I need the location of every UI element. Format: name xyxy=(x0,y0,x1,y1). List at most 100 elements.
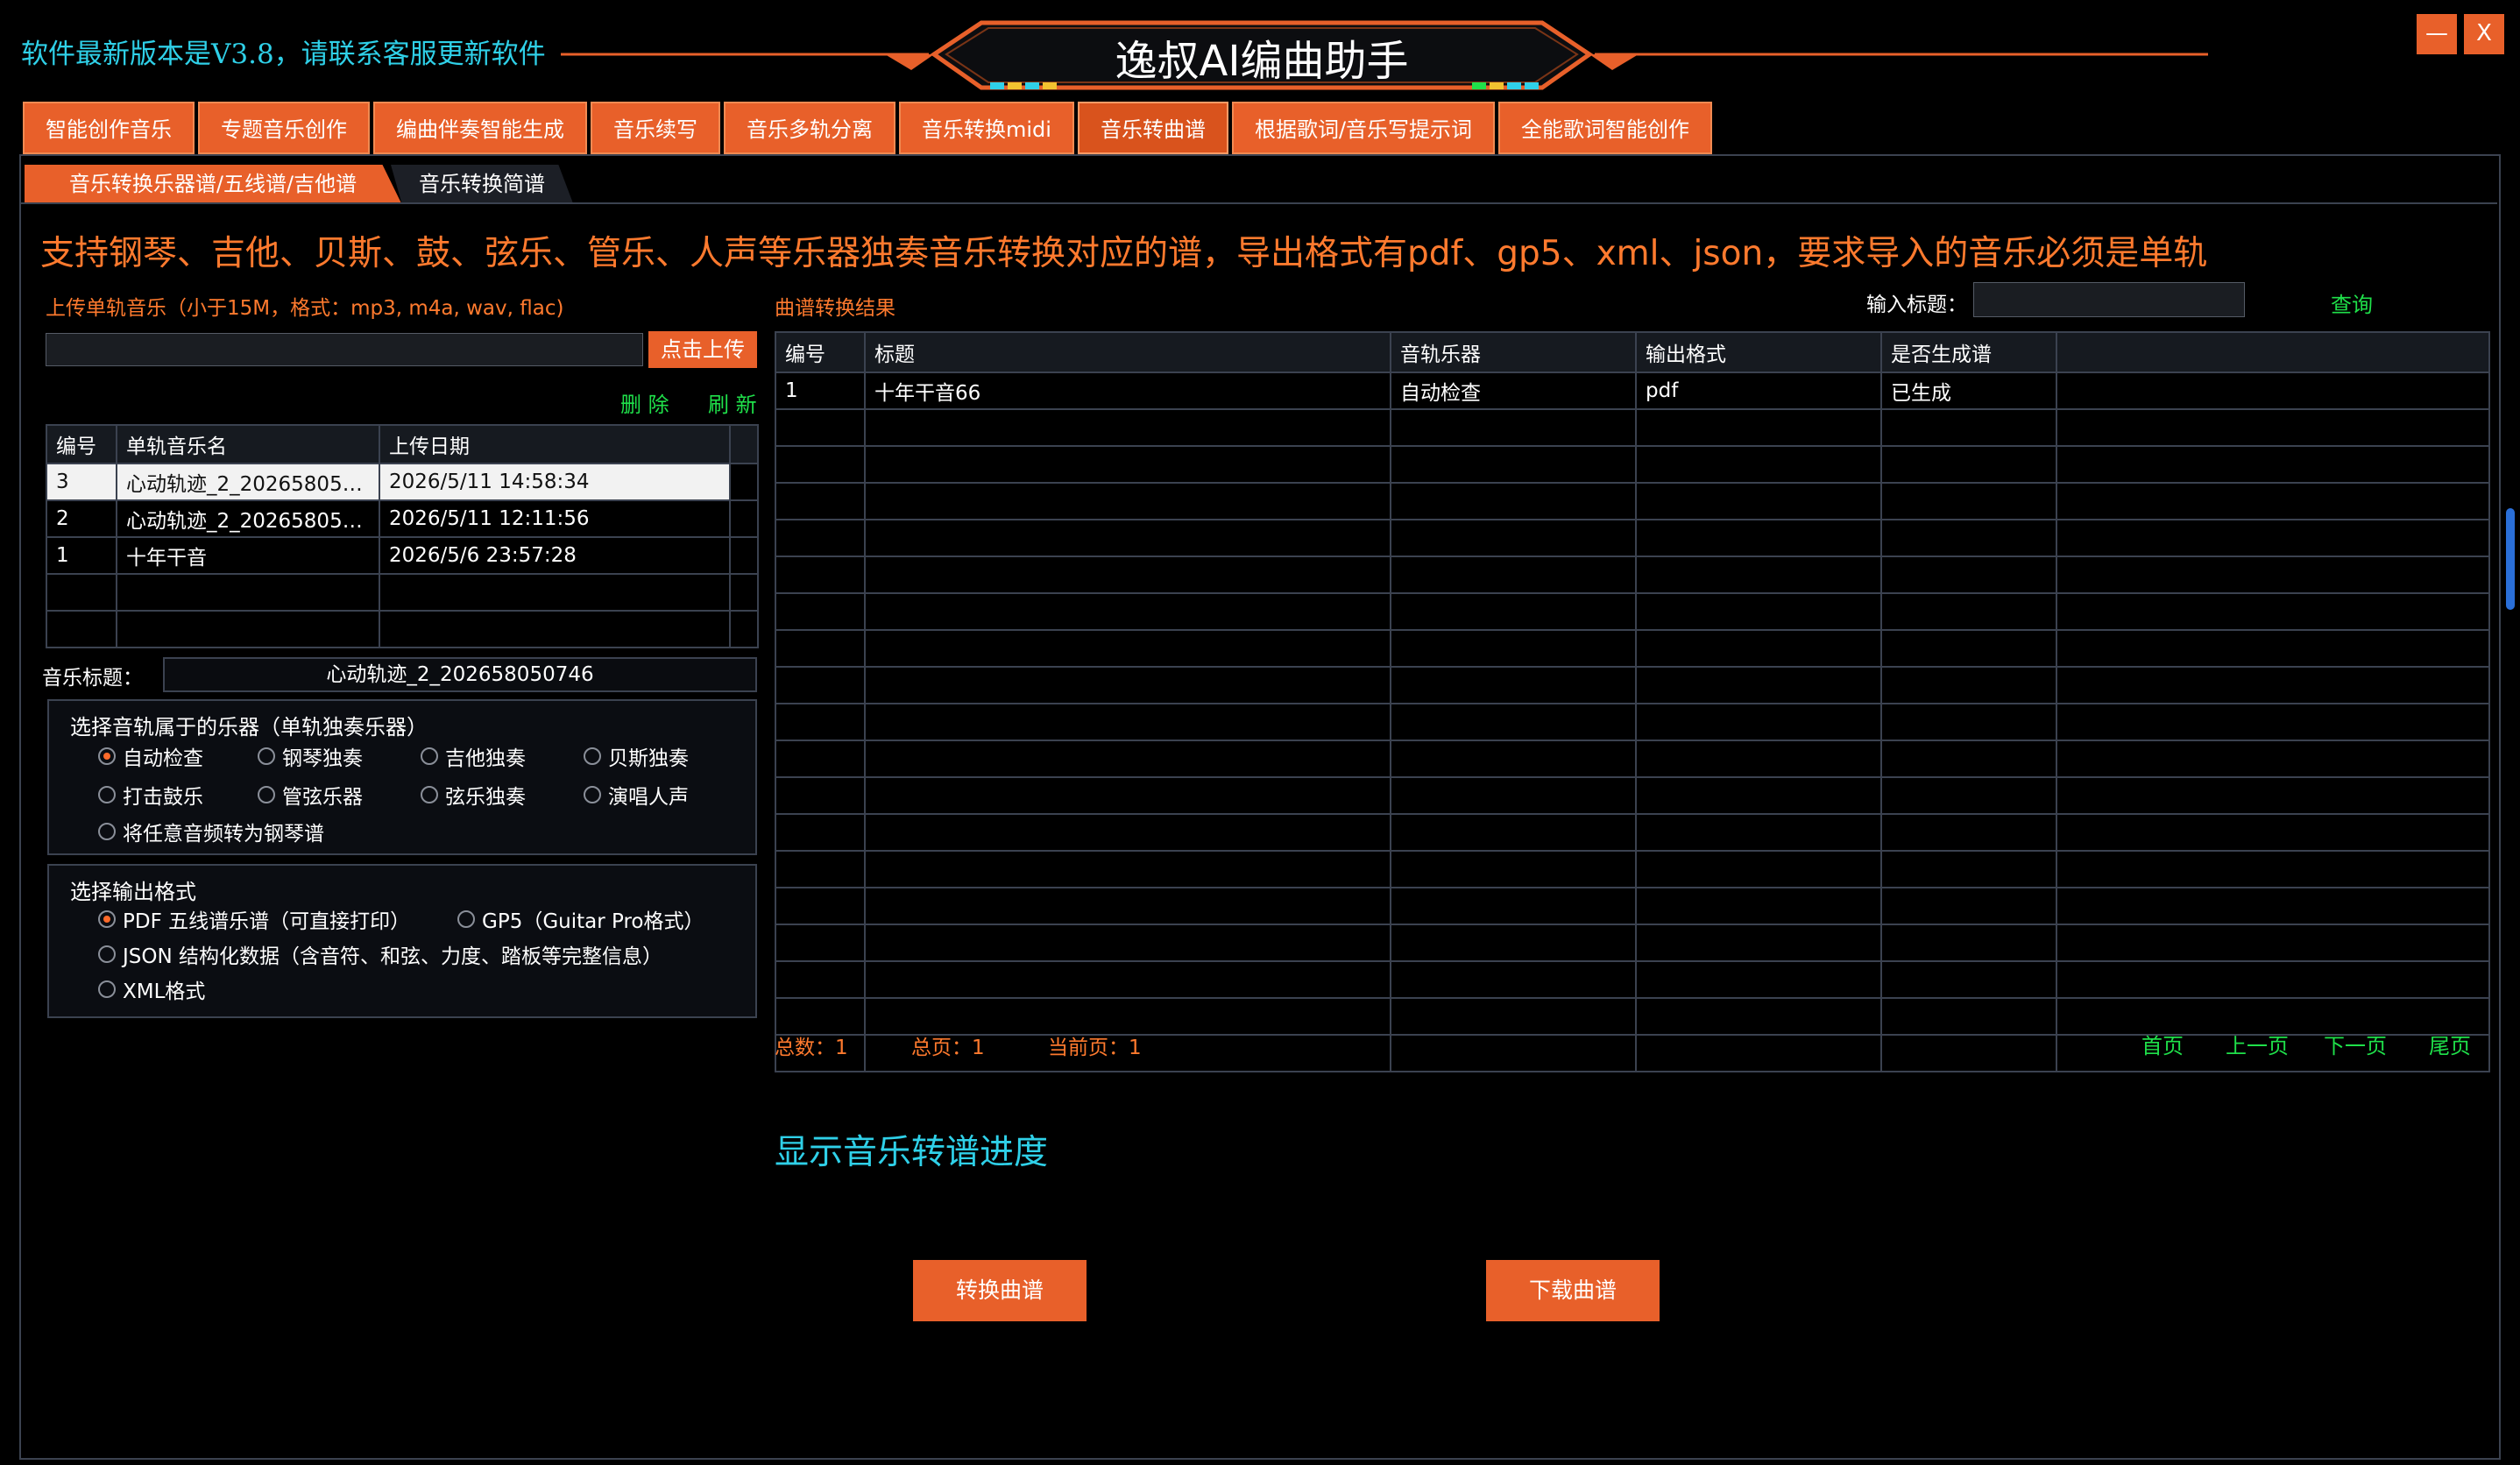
table-row xyxy=(775,703,2490,741)
instrument-group-title: 选择音轨属于的乐器（单轨独奏乐器） xyxy=(70,715,428,740)
radio-icon xyxy=(421,747,438,765)
table-row xyxy=(775,408,2490,447)
upload-table: 编号 单轨音乐名 上传日期 3 心动轨迹_2_202658050... 2026… xyxy=(46,424,759,648)
upload-path-input[interactable] xyxy=(46,333,643,366)
radio-icon xyxy=(98,945,116,963)
radio-icon xyxy=(98,823,116,840)
table-row[interactable]: 3 心动轨迹_2_202658050... 2026/5/11 14:58:34 xyxy=(46,463,759,501)
radio-percussion[interactable]: 打击鼓乐 xyxy=(98,780,203,810)
radio-selected-icon xyxy=(98,747,116,765)
col-header-id: 编号 xyxy=(775,331,866,373)
main-tab-bar: 智能创作音乐 专题音乐创作 编曲伴奏智能生成 音乐续写 音乐多轨分离 音乐转换m… xyxy=(23,102,1713,154)
table-row xyxy=(46,610,759,648)
table-row xyxy=(775,887,2490,925)
radio-selected-icon xyxy=(98,910,116,928)
table-row xyxy=(775,445,2490,484)
music-title-field[interactable]: 心动轨迹_2_202658050746 xyxy=(163,657,757,692)
download-score-button[interactable]: 下载曲谱 xyxy=(1486,1260,1660,1321)
search-button[interactable]: 查询 xyxy=(2331,287,2373,318)
subtab-divider xyxy=(21,202,2497,204)
delete-link[interactable]: 删 除 xyxy=(620,387,669,418)
convert-score-button[interactable]: 转换曲谱 xyxy=(913,1260,1087,1321)
refresh-link[interactable]: 刷 新 xyxy=(708,387,757,418)
radio-piano-solo[interactable]: 钢琴独奏 xyxy=(258,741,363,771)
radio-icon xyxy=(98,980,116,998)
col-header-generated: 是否生成谱 xyxy=(1880,331,2057,373)
table-row xyxy=(775,482,2490,520)
tab-arrangement[interactable]: 编曲伴奏智能生成 xyxy=(373,102,587,154)
tab-track-separation[interactable]: 音乐多轨分离 xyxy=(724,102,895,154)
radio-guitar-solo[interactable]: 吉他独奏 xyxy=(421,741,526,771)
radio-format-xml[interactable]: XML格式 xyxy=(98,974,205,1004)
subtab-instrument-score[interactable]: 音乐转换乐器谱/五线谱/吉他谱 xyxy=(25,165,401,203)
table-row[interactable]: 1 十年干音 2026/5/6 23:57:28 xyxy=(46,536,759,575)
radio-any-to-piano[interactable]: 将任意音频转为钢琴谱 xyxy=(98,817,324,846)
upload-label: 上传单轨音乐（小于15M，格式：mp3, m4a, wav, flac) xyxy=(46,297,564,320)
table-row xyxy=(775,519,2490,557)
radio-icon xyxy=(584,747,601,765)
subtab-numbered-score[interactable]: 音乐转换简谱 xyxy=(391,165,573,203)
col-header-name: 单轨音乐名 xyxy=(116,424,380,464)
table-row xyxy=(775,592,2490,631)
tab-music-continue[interactable]: 音乐续写 xyxy=(591,102,720,154)
table-row xyxy=(775,740,2490,778)
feature-description: 支持钢琴、吉他、贝斯、鼓、弦乐、管乐、人声等乐器独奏音乐转换对应的谱，导出格式有… xyxy=(40,234,2208,273)
upload-button[interactable]: 点击上传 xyxy=(648,331,757,368)
table-row xyxy=(775,960,2490,999)
first-page-link[interactable]: 首页 xyxy=(2141,1029,2184,1059)
tab-smart-compose[interactable]: 智能创作音乐 xyxy=(23,102,195,154)
tab-lyrics-prompt[interactable]: 根据歌词/音乐写提示词 xyxy=(1231,102,1496,154)
radio-icon xyxy=(258,747,275,765)
music-title-label: 音乐标题： xyxy=(42,667,143,690)
col-header-date: 上传日期 xyxy=(379,424,731,464)
version-notice: 软件最新版本是V3.8，请联系客服更新软件 xyxy=(21,39,546,70)
radio-icon xyxy=(457,910,475,928)
radio-orchestral[interactable]: 管弦乐器 xyxy=(258,780,363,810)
radio-auto-detect[interactable]: 自动检查 xyxy=(98,741,203,771)
table-row xyxy=(775,629,2490,668)
search-title-label: 输入标题： xyxy=(1866,294,1967,316)
table-row xyxy=(775,924,2490,962)
minimize-button[interactable]: — xyxy=(2417,14,2457,54)
tab-topic-music[interactable]: 专题音乐创作 xyxy=(198,102,370,154)
radio-format-gp5[interactable]: GP5（Guitar Pro格式） xyxy=(457,904,704,934)
result-table: 编号 标题 音轨乐器 输出格式 是否生成谱 1 十年干音66 自动检查 pdf … xyxy=(775,331,2490,1072)
table-row[interactable]: 2 心动轨迹_2_202658050... 2026/5/11 12:11:56 xyxy=(46,499,759,538)
radio-icon xyxy=(584,786,601,803)
table-row xyxy=(775,776,2490,815)
table-row[interactable]: 1 十年干音66 自动检查 pdf 已生成 xyxy=(775,372,2490,410)
radio-strings-solo[interactable]: 弦乐独奏 xyxy=(421,780,526,810)
table-row xyxy=(775,666,2490,704)
format-group-title: 选择输出格式 xyxy=(70,880,196,904)
instrument-group: 选择音轨属于的乐器（单轨独奏乐器） 自动检查 钢琴独奏 吉他独奏 贝斯独奏 打击… xyxy=(47,699,757,855)
tab-music-to-score[interactable]: 音乐转曲谱 xyxy=(1077,102,1228,154)
conversion-progress: 显示音乐转谱进度 xyxy=(775,1133,1049,1172)
total-count: 总数：1 xyxy=(775,1037,848,1059)
current-page: 当前页：1 xyxy=(1048,1037,1142,1059)
search-title-input[interactable] xyxy=(1973,282,2245,317)
prev-page-link[interactable]: 上一页 xyxy=(2226,1029,2289,1059)
app-title: 逸叔AI编曲助手 xyxy=(1115,37,1409,86)
radio-bass-solo[interactable]: 贝斯独奏 xyxy=(584,741,689,771)
next-page-link[interactable]: 下一页 xyxy=(2324,1029,2387,1059)
table-row xyxy=(46,573,759,612)
format-group: 选择输出格式 PDF 五线谱乐谱（可直接打印） GP5（Guitar Pro格式… xyxy=(47,864,757,1018)
tab-music-to-midi[interactable]: 音乐转换midi xyxy=(899,102,1074,154)
table-row xyxy=(775,556,2490,594)
radio-icon xyxy=(258,786,275,803)
tab-lyrics-creation[interactable]: 全能歌词智能创作 xyxy=(1498,102,1713,154)
col-header-instrument: 音轨乐器 xyxy=(1390,331,1637,373)
last-page-link[interactable]: 尾页 xyxy=(2429,1029,2471,1059)
radio-icon xyxy=(98,786,116,803)
radio-icon xyxy=(421,786,438,803)
radio-format-json[interactable]: JSON 结构化数据（含音符、和弦、力度、踏板等完整信息） xyxy=(98,939,662,969)
close-button[interactable]: X xyxy=(2464,14,2504,54)
radio-vocals[interactable]: 演唱人声 xyxy=(584,780,689,810)
radio-format-pdf[interactable]: PDF 五线谱乐谱（可直接打印） xyxy=(98,904,410,934)
page-scrollbar[interactable] xyxy=(2506,508,2515,610)
total-pages: 总页：1 xyxy=(911,1037,985,1059)
col-header-format: 输出格式 xyxy=(1635,331,1882,373)
col-header-title: 标题 xyxy=(864,331,1391,373)
col-header-id: 编号 xyxy=(46,424,117,464)
table-row xyxy=(775,850,2490,888)
